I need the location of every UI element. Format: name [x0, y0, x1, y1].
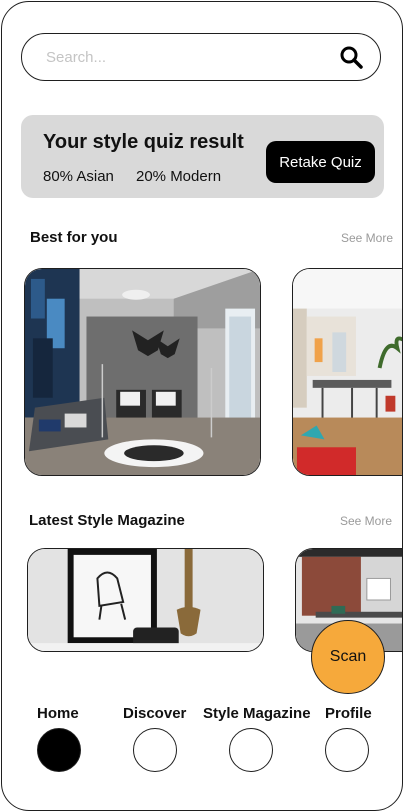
nav-profile-button[interactable]	[325, 728, 369, 772]
nav-discover-button[interactable]	[133, 728, 177, 772]
best-for-you-see-more-link[interactable]: See More	[341, 231, 393, 245]
search-input[interactable]	[44, 47, 338, 67]
magazine-card-art[interactable]	[27, 548, 264, 652]
nav-style-magazine-button[interactable]	[229, 728, 273, 772]
search-icon[interactable]	[338, 44, 364, 70]
best-for-you-card-living-room[interactable]	[24, 268, 261, 476]
quiz-title: Your style quiz result	[43, 131, 244, 153]
phone-frame: Your style quiz result 80% Asian 20% Mod…	[1, 1, 403, 811]
best-for-you-card-kitchen[interactable]	[292, 268, 402, 476]
living-room-image	[25, 269, 260, 475]
retake-quiz-button[interactable]: Retake Quiz	[266, 141, 375, 183]
scan-button[interactable]: Scan	[311, 620, 385, 694]
nav-discover-label[interactable]: Discover	[123, 705, 186, 722]
quiz-result-modern: 20% Modern	[136, 168, 222, 185]
nav-style-magazine-label[interactable]: Style Magazine	[203, 705, 311, 722]
search-bar[interactable]	[21, 33, 381, 81]
best-for-you-title: Best for you	[30, 229, 118, 246]
nav-home-label[interactable]: Home	[37, 705, 79, 722]
nav-home-button[interactable]	[37, 728, 81, 772]
latest-magazine-see-more-link[interactable]: See More	[340, 514, 392, 528]
kitchen-image	[293, 269, 402, 475]
magazine-art-image	[28, 549, 263, 651]
quiz-result-card: Your style quiz result 80% Asian 20% Mod…	[21, 115, 384, 198]
quiz-result-asian: 80% Asian	[43, 168, 114, 185]
latest-magazine-title: Latest Style Magazine	[29, 512, 185, 529]
nav-profile-label[interactable]: Profile	[325, 705, 372, 722]
